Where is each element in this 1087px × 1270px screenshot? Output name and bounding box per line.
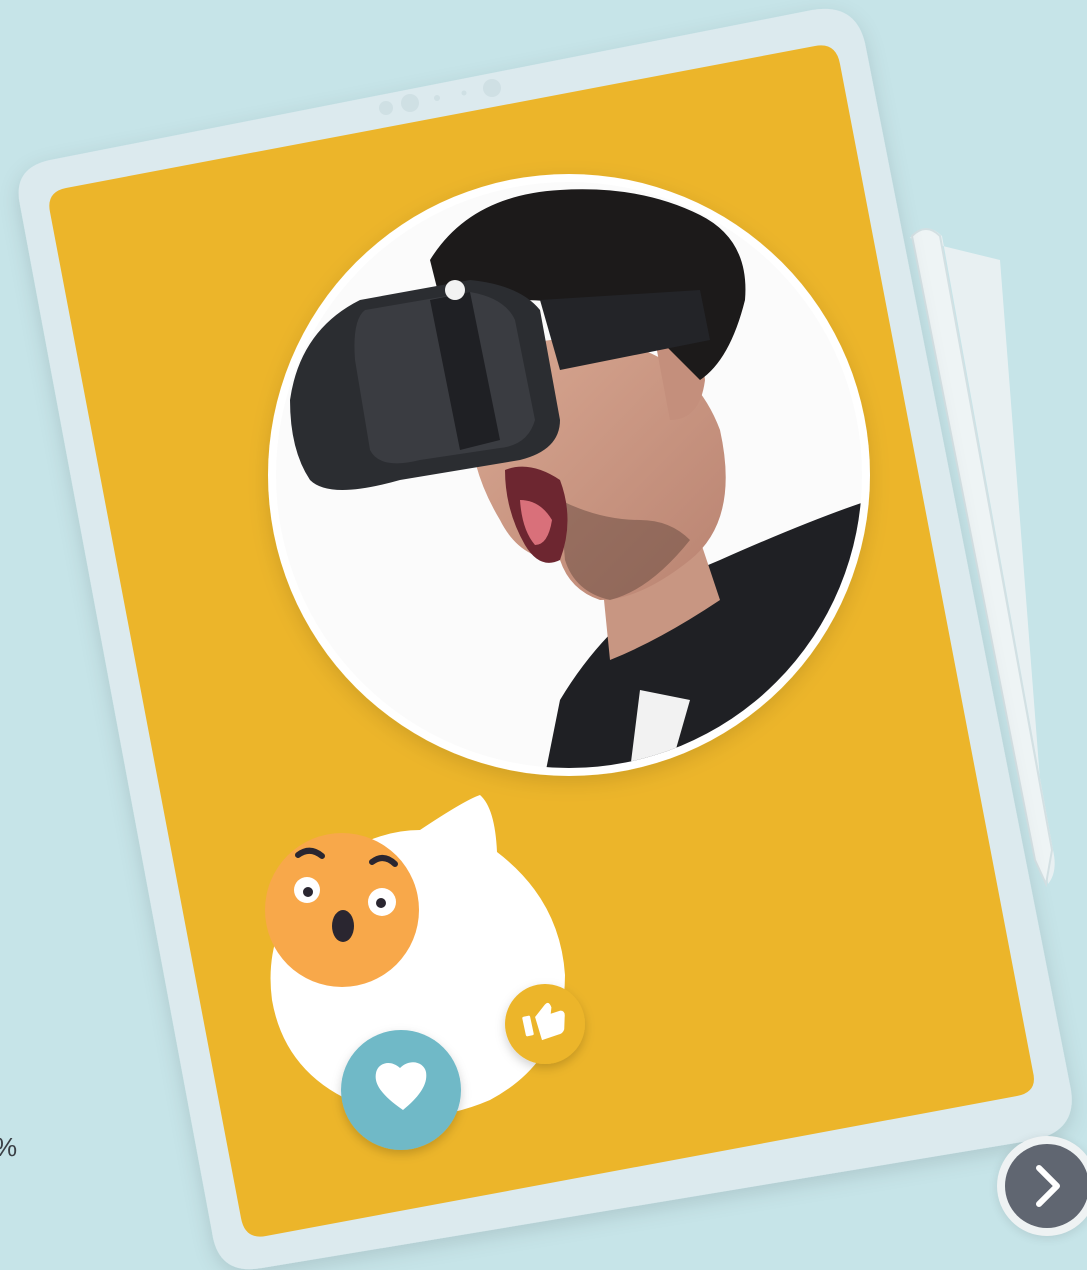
tablet-illustration [18, 8, 1072, 1270]
partial-percent-text: % [0, 1132, 17, 1163]
chevron-right-icon [1036, 1165, 1060, 1207]
next-button[interactable] [997, 1136, 1087, 1236]
surprised-face-icon [265, 833, 419, 987]
stage: % [0, 0, 1087, 1270]
next-button-face [1005, 1144, 1087, 1228]
